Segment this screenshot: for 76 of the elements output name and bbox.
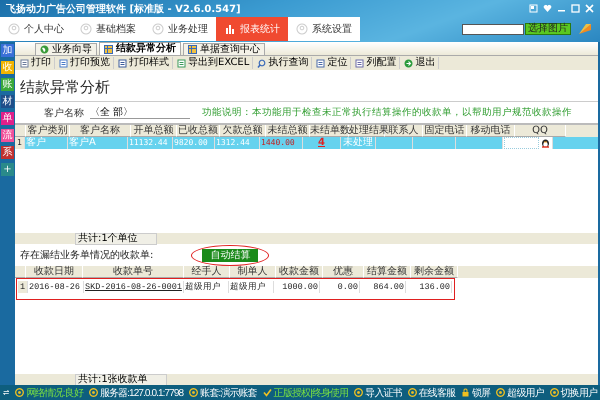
quick-launch-button[interactable]: 加 <box>1 44 14 57</box>
table-cell: 超级用户 <box>229 281 274 293</box>
auto-settle-button[interactable]: 自动结算 <box>202 248 258 262</box>
maximize-icon[interactable] <box>571 4 580 13</box>
toolbar-button[interactable]: 打印 <box>17 57 55 69</box>
quick-launch-button[interactable]: 系 <box>1 146 14 159</box>
window-title: 飞扬动力广告公司管理软件 [标准版 - V2.6.0.547] <box>6 2 241 16</box>
table-cell: 0.00 <box>320 281 360 293</box>
table-cell: 9820.00 <box>173 137 215 149</box>
table-cell: 1440.00 <box>260 137 303 149</box>
column-header[interactable]: 优惠 <box>323 266 364 278</box>
status-item[interactable]: 服务器:127.0.0.1:7798 <box>88 386 184 400</box>
menu-tab[interactable]: 报表统计 <box>216 17 288 41</box>
document-icon <box>59 58 68 68</box>
column-header[interactable]: 收款单号 <box>83 266 184 278</box>
penguin-icon[interactable] <box>541 138 550 148</box>
status-item[interactable]: 切换用户 <box>550 386 597 400</box>
column-header[interactable]: 收款日期 <box>26 266 83 278</box>
customer-field[interactable]: 〈全 部〉 <box>90 106 190 118</box>
document-tab[interactable]: 结款异常分析 <box>99 42 181 55</box>
table-cell: 超级用户 <box>184 281 229 293</box>
toolbar-button[interactable]: 执行查询 <box>254 57 312 69</box>
image-path-field[interactable] <box>462 24 524 34</box>
table-cell: 11132.44 <box>128 137 173 149</box>
quick-launch-button[interactable]: 单 <box>1 112 14 125</box>
toolbar-button[interactable]: 打印预览 <box>56 57 114 69</box>
table-footer: 共计:1个单位 <box>75 232 157 244</box>
grid-icon <box>188 45 197 54</box>
grid-icon <box>104 44 113 54</box>
heart-icon[interactable] <box>543 4 552 13</box>
table-cell: 1000.00 <box>274 281 320 293</box>
toolbar-button[interactable]: 退出 <box>401 57 440 69</box>
column-header[interactable]: 收款金额 <box>276 266 323 278</box>
status-item[interactable]: 网络情况:良好 <box>15 386 83 400</box>
status-item[interactable]: 超级用户 <box>496 386 544 400</box>
section-label: 存在漏结业务单情况的收款单: <box>20 248 154 262</box>
description-text: 功能说明：本功能用于检查未正常执行结算操作的收款单，以帮助用户规范收款操作 <box>202 106 572 119</box>
quick-launch-button[interactable]: 材 <box>1 95 14 108</box>
table-cell: 1312.44 <box>215 137 260 149</box>
document-tab[interactable]: 单据查询中心 <box>183 43 265 55</box>
row-number: 1 <box>15 137 25 149</box>
page-title: 结款异常分析 <box>20 78 111 97</box>
select-image-button[interactable]: 选择图片 <box>525 23 571 35</box>
checkmark-icon <box>262 388 272 397</box>
globe-icon <box>40 45 49 54</box>
status-item[interactable]: 账套:演示账套 <box>189 386 257 400</box>
row-number: 1 <box>18 281 28 293</box>
table-footer: 共计:1张收款单 <box>75 374 167 386</box>
document-tab[interactable]: 业务向导 <box>35 43 97 55</box>
quick-launch-button[interactable]: + <box>1 163 14 176</box>
toolbar-button[interactable]: 导出到EXCEL <box>174 57 254 69</box>
status-item[interactable]: 导入证书 <box>354 386 402 400</box>
column-header[interactable]: 经手人 <box>184 266 230 278</box>
table-cell: 136.00 <box>406 281 452 293</box>
column-header[interactable]: 结算金额 <box>364 266 411 278</box>
exit-icon <box>404 58 414 68</box>
magnifier-icon <box>257 58 266 68</box>
toolbar-button[interactable]: 列配置 <box>352 57 400 69</box>
lock-icon <box>460 388 470 397</box>
toolbar-button[interactable]: 打印样式 <box>115 57 173 69</box>
bar-chart-icon <box>224 23 236 35</box>
column-header[interactable]: 剩余金额 <box>411 266 458 278</box>
status-item[interactable]: 锁屏 <box>460 386 490 400</box>
filter-label: 客户名称 <box>44 106 84 120</box>
table-cell: 4 <box>303 137 341 149</box>
table-cell: 864.00 <box>360 281 406 293</box>
status-item[interactable]: 在线客服 <box>408 386 455 400</box>
close-icon[interactable] <box>585 4 594 13</box>
table-cell: 2016-08-26 <box>28 281 84 293</box>
table-row[interactable]: 1 2016-08-26 SKD-2016-08-26-0001 超级用户 超级用户 1000.00 0.00 864.00 136.00 <box>18 281 454 293</box>
status-item[interactable]: 正版授权|终身使用 <box>262 386 348 400</box>
swap-icon[interactable] <box>3 388 10 397</box>
table-cell: 未处理 <box>341 137 376 149</box>
toolbar-button[interactable]: 定位 <box>313 57 352 69</box>
column-header[interactable]: 制单人 <box>230 266 276 278</box>
table-cell: SKD-2016-08-26-0001 <box>84 281 184 293</box>
